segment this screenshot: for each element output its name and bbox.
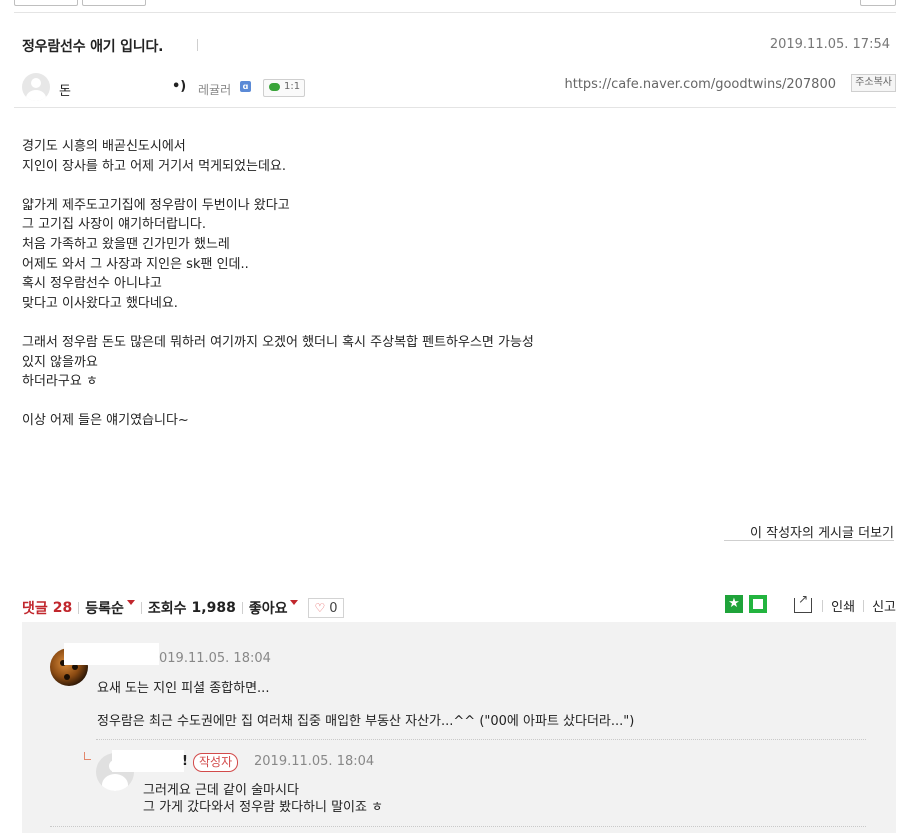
chat-bubble-icon (269, 83, 280, 91)
body-line (22, 313, 534, 333)
body-line: 혹시 정우람선수 아니냐고 (22, 276, 162, 292)
comment-divider (50, 826, 866, 827)
body-line: 있지 않을까요 (22, 354, 98, 370)
copy-url-button[interactable]: 주소복사 (851, 74, 896, 92)
author-name[interactable]: 돈 (59, 80, 71, 99)
author-level: 레귤러 (198, 83, 232, 97)
body-line: 맞다고 이사왔다고 했다네요. (22, 295, 178, 311)
comments-label[interactable]: 댓글 (22, 598, 48, 618)
body-line: 경기도 시흥의 배곧신도시에서 (22, 139, 186, 154)
post-url[interactable]: https://cafe.naver.com/goodtwins/207800 (564, 77, 836, 92)
bookmark-star-icon[interactable]: ★ (725, 595, 743, 613)
post-tools: 인쇄 신고 (794, 592, 896, 615)
toolbar-button-left-2[interactable] (82, 0, 146, 6)
author-avatar[interactable] (22, 73, 50, 101)
body-line (22, 392, 534, 412)
body-line: 처음 가족하고 왔을땐 긴가민가 했느레 (22, 236, 230, 252)
body-line: 얇가게 제주도고기집에 정우람이 두번이나 왔다고 (22, 197, 290, 213)
like-dropdown-caret-icon[interactable] (290, 599, 299, 605)
views-label: 조회수 (147, 601, 187, 617)
top-toolbar (0, 0, 900, 6)
divider (78, 602, 80, 614)
like-count: 0 (329, 600, 338, 616)
toolbar-button-left-1[interactable] (14, 0, 78, 6)
author-name-suffix: •) (172, 79, 187, 94)
reply-arrow-icon (84, 752, 91, 760)
level-badge-icon: ɑ (240, 81, 251, 92)
body-line: 그 고기집 사장이 얘기하더랍니다. (22, 217, 206, 233)
reply-name-suffix: ! (182, 754, 188, 769)
toolbar-button-right[interactable] (860, 0, 896, 6)
body-line: 어제도 와서 그 사장과 지인은 sk팬 인데.. (22, 256, 249, 272)
title-separator (197, 39, 198, 51)
post-title: 정우람선수 애기 입니다. (22, 39, 164, 55)
post-body: 경기도 시흥의 배곧신도시에서 지인이 장사를 하고 어제 거기서 먹게되었는데… (22, 137, 534, 431)
comment-text: 요새 도는 지인 피셜 종합하면... (97, 681, 270, 696)
more-posts-link[interactable]: 이 작성자의 게시글 더보기 (750, 522, 894, 541)
writer-badge: 작성자 (193, 753, 239, 772)
body-line (22, 176, 534, 196)
heart-icon: ♡ (314, 601, 326, 615)
like-button[interactable]: ♡ 0 (308, 598, 344, 618)
divider (241, 602, 243, 614)
like-label[interactable]: 좋아요 (249, 598, 288, 618)
share-square-icon[interactable] (749, 595, 767, 613)
reply-text: 그 가게 갔다와서 정우람 봤다하니 말이죠 ㅎ (143, 800, 384, 815)
redacted-name (64, 643, 159, 665)
comment-date: 019.11.05. 18:04 (159, 651, 271, 666)
body-line: 그래서 정우람 돈도 많은데 뭐하러 여기까지 오겠어 했더니 혹시 주상복합 … (22, 334, 534, 350)
share-icon[interactable] (794, 592, 813, 613)
sort-dropdown-caret-icon[interactable] (126, 599, 135, 605)
chat-button[interactable]: 1:1 (263, 79, 305, 97)
more-posts-underline (724, 540, 894, 541)
divider (863, 599, 865, 612)
body-line: 이상 어제 들은 얘기였습니다~ (22, 413, 189, 429)
report-button[interactable]: 신고 (872, 596, 896, 615)
comment-bar: 댓글 28 등록순 조회수 1,988 좋아요 ♡ 0 (22, 598, 344, 618)
header-divider (14, 107, 896, 108)
divider (822, 599, 824, 612)
comment-text: 정우람은 최근 수도권에만 집 여러채 집중 매입한 부동산 자산가...^^ … (97, 714, 635, 729)
top-divider (14, 12, 896, 13)
sort-dropdown[interactable]: 등록순 (85, 598, 124, 618)
divider (140, 602, 142, 614)
reply-date: 2019.11.05. 18:04 (254, 754, 375, 769)
comments-count[interactable]: 28 (53, 600, 72, 616)
chat-label: 1:1 (284, 81, 301, 92)
body-line: 하더라구요 ㅎ (22, 374, 98, 390)
post-date: 2019.11.05. 17:54 (769, 37, 890, 52)
body-line: 지인이 장사를 하고 어제 거기서 먹게되었는데요. (22, 158, 286, 174)
print-button[interactable]: 인쇄 (831, 596, 855, 615)
redacted-name (112, 750, 184, 772)
views-count: 1,988 (191, 600, 236, 616)
comment-divider (96, 739, 866, 740)
